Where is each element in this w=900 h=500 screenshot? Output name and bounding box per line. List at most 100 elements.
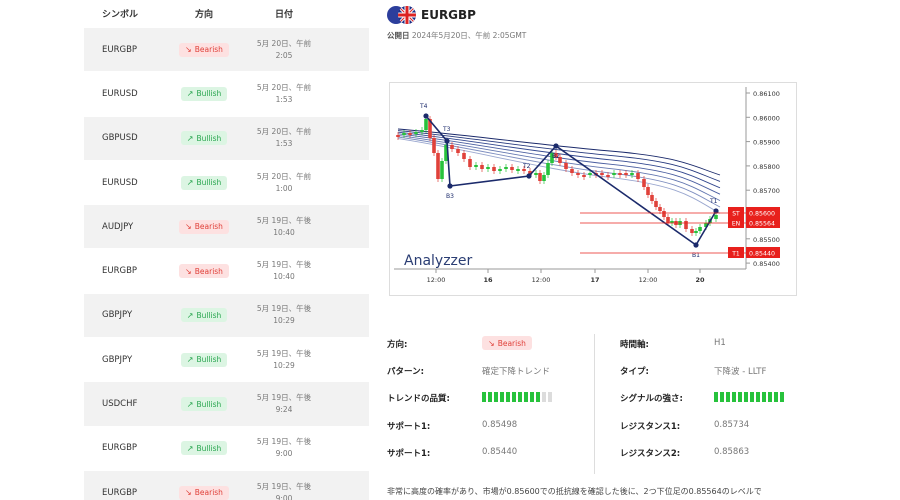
meter-segment — [738, 392, 742, 402]
candle — [450, 145, 454, 149]
x-tick-label: 12:00 — [427, 276, 446, 284]
list-item[interactable]: EURUSD ↗ Bullish 5月 20日、午前 1:53 — [84, 72, 369, 117]
candle — [630, 173, 634, 175]
info-divider — [594, 334, 595, 474]
direction-text: Bullish — [196, 89, 222, 99]
arrow-up-right-icon: ↗ — [186, 399, 194, 409]
direction-badge: ↗ Bullish — [180, 397, 228, 412]
level-tag-label: T1 — [731, 251, 740, 258]
list-item[interactable]: EURGBP ↘ Bearish 5月 20日、午前 2:05 — [84, 28, 369, 73]
row-date-day: 5月 19日、午後 — [256, 215, 312, 225]
candle — [564, 163, 568, 169]
meter-segment — [506, 392, 510, 402]
arrow-down-right-icon: ↘ — [185, 222, 192, 232]
row-symbol: EURUSD — [102, 88, 138, 99]
candle — [492, 167, 496, 171]
list-item[interactable]: AUDJPY ↘ Bearish 5月 19日、午後 10:40 — [84, 205, 369, 250]
x-tick-label: 12:00 — [639, 276, 658, 284]
meter-segment — [518, 392, 522, 402]
row-date-time: 9:00 — [275, 493, 293, 500]
direction-badge: ↗ Bullish — [180, 308, 228, 323]
wave-point-label: B3 — [446, 193, 454, 200]
list-item[interactable]: EURUSD ↗ Bullish 5月 20日、午前 1:00 — [84, 160, 369, 206]
list-item[interactable]: GBPJPY ↗ Bullish 5月 19日、午後 10:29 — [84, 293, 369, 339]
page: シンボル 方向 日付 EURGBP ↘ Bearish 5月 20日、午前 2:05 EU… — [0, 0, 900, 500]
candle — [642, 179, 646, 187]
resistance2-value: 0.85863 — [714, 447, 750, 457]
row-date: 5月 19日、午後 10:40 — [249, 259, 319, 283]
meter-segment — [488, 392, 492, 402]
meter-segment — [750, 392, 754, 402]
x-tick-label: 20 — [695, 276, 705, 284]
candle — [498, 169, 502, 171]
list-item[interactable]: EURGBP ↘ Bearish 5月 19日、午後 9:00 — [84, 470, 369, 500]
published-date: 公開日 2024年5月20日、午前 2:05GMT — [387, 30, 526, 41]
signal-list: シンボル 方向 日付 EURGBP ↘ Bearish 5月 20日、午前 2:05 EU… — [84, 0, 369, 500]
candle — [582, 175, 586, 177]
list-item[interactable]: GBPUSD ↗ Bullish 5月 20日、午前 1:53 — [84, 116, 369, 161]
type-value: 下降波 - LLTF — [714, 367, 767, 377]
candle — [650, 195, 654, 201]
arrow-up-right-icon: ↗ — [186, 443, 194, 453]
candle — [474, 165, 478, 167]
row-date: 5月 19日、午後 9:24 — [249, 392, 319, 416]
list-item[interactable]: USDCHF ↗ Bullish 5月 19日、午後 9:24 — [84, 382, 369, 427]
meter-segment — [512, 392, 516, 402]
direction-badge: ↗ Bullish — [180, 441, 228, 456]
row-date: 5月 19日、午後 10:29 — [249, 348, 319, 372]
meter-segment — [530, 392, 534, 402]
meter-segment — [732, 392, 736, 402]
candle — [588, 173, 592, 175]
row-direction: ↗ Bullish — [159, 131, 249, 146]
candle — [690, 229, 694, 233]
row-symbol: EURGBP — [102, 266, 138, 277]
header-direction: 方向 — [194, 10, 213, 20]
strength-meter — [714, 392, 784, 402]
row-symbol: USDCHF — [102, 399, 138, 410]
meter-segment — [714, 392, 718, 402]
row-date-day: 5月 19日、午後 — [256, 393, 312, 403]
published-value: 2024年5月20日、午前 2:05GMT — [411, 31, 527, 40]
list-item[interactable]: GBPJPY ↗ Bullish 5月 19日、午後 10:29 — [84, 338, 369, 383]
row-date-time: 9:24 — [275, 405, 293, 415]
direction-badge: ↘ Bearish — [179, 42, 229, 57]
meter-segment — [548, 392, 552, 402]
level-tag-label: EN — [732, 221, 740, 228]
direction-badge: ↗ Bullish — [180, 131, 228, 146]
support1-value: 0.85498 — [482, 420, 518, 430]
list-item[interactable]: EURGBP ↗ Bullish 5月 19日、午後 9:00 — [84, 426, 369, 471]
meter-segment — [720, 392, 724, 402]
row-symbol: GBPUSD — [102, 133, 138, 144]
wave-line — [425, 115, 717, 247]
row-date: 5月 19日、午後 9:00 — [249, 436, 319, 460]
row-symbol: EURGBP — [102, 443, 138, 454]
row-direction: ↗ Bullish — [159, 308, 249, 323]
direction-badge: ↘ Bearish — [482, 336, 532, 350]
y-tick-label: 0.86000 — [753, 114, 780, 122]
candle — [516, 169, 520, 171]
y-tick-label: 0.86100 — [753, 90, 780, 98]
support2-label: サポート1: — [387, 449, 431, 459]
candle — [600, 173, 604, 175]
chart-watermark: Analyzzer — [404, 253, 473, 269]
meter-segment — [756, 392, 760, 402]
resistance2-label: レジスタンス2: — [620, 449, 681, 459]
arrow-up-right-icon: ↗ — [186, 89, 194, 99]
direction-text: Bullish — [196, 178, 222, 188]
row-date: 5月 20日、午前 1:53 — [249, 126, 319, 150]
list-item[interactable]: EURGBP ↘ Bearish 5月 19日、午後 10:40 — [84, 249, 369, 294]
candle — [432, 138, 436, 153]
meter-segment — [768, 392, 772, 402]
row-symbol: EURUSD — [102, 177, 138, 188]
y-tick-label: 0.85500 — [753, 236, 780, 244]
candle — [420, 130, 424, 132]
arrow-up-right-icon: ↗ — [186, 178, 194, 188]
wave-point — [553, 143, 559, 149]
signal-rows: EURGBP ↘ Bearish 5月 20日、午前 2:05 EURUSD ↗ Bullis… — [84, 28, 369, 500]
meter-segment — [744, 392, 748, 402]
row-direction: ↗ Bullish — [159, 352, 249, 367]
direction-value: Bearish — [497, 338, 526, 348]
candle — [538, 173, 542, 181]
candle — [440, 161, 444, 179]
detail-title-row: EURGBP — [387, 6, 476, 24]
